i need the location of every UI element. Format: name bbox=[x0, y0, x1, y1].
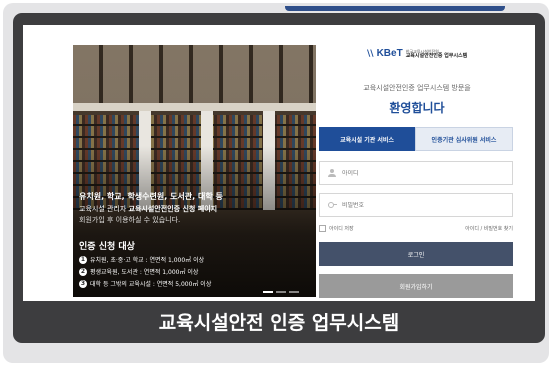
target-number-badge: 2 bbox=[79, 267, 87, 276]
password-input[interactable] bbox=[342, 201, 492, 209]
target-text: 유치원, 초·중·고 학교 : 연면적 1,000㎡ 이상 bbox=[90, 257, 205, 264]
kbet-logo: \\ KBeT 한국교육시설안전원 교육시설안전인증 업무시스템 bbox=[367, 48, 467, 59]
slider-dot[interactable] bbox=[289, 291, 299, 293]
login-button[interactable]: 로그인 bbox=[319, 242, 513, 266]
logo-subtitle-big: 교육시설안전인증 업무시스템 bbox=[405, 52, 468, 59]
slider-indicator[interactable] bbox=[263, 291, 299, 293]
id-field[interactable] bbox=[319, 161, 513, 185]
hero-line-2-prefix: 교육시설 관리자 bbox=[79, 205, 129, 213]
hero-line-1: 유치원, 학교, 학생수련원, 도서관, 대학 등 bbox=[79, 192, 223, 201]
person-icon bbox=[328, 169, 336, 177]
join-button[interactable]: 회원가입하기 bbox=[319, 274, 513, 298]
save-id-label: 아이디 저장 bbox=[329, 226, 354, 232]
hero-target-item: 2 평생교육원, 도서관 : 연면적 1,000㎡ 이상 bbox=[79, 267, 198, 276]
login-panel: \\ KBeT 한국교육시설안전원 교육시설안전인증 업무시스템 교육시설안전인… bbox=[319, 45, 515, 298]
target-number-badge: 1 bbox=[79, 255, 87, 264]
tab-institution-service[interactable]: 교육시설 기관 서비스 bbox=[319, 127, 415, 151]
id-input[interactable] bbox=[342, 169, 492, 177]
screenshot-card: 유치원, 학교, 학생수련원, 도서관, 대학 등 교육시설 관리자 교육시설안… bbox=[13, 13, 545, 343]
top-accent-bar bbox=[285, 6, 505, 11]
frame: 유치원, 학교, 학생수련원, 도서관, 대학 등 교육시설 관리자 교육시설안… bbox=[3, 3, 549, 363]
target-text: 대학 등 그밖의 교육시설 : 연면적 5,000㎡ 이상 bbox=[90, 281, 212, 288]
save-id-checkbox[interactable]: 아이디 저장 bbox=[319, 225, 354, 232]
library-hero-image: 유치원, 학교, 학생수련원, 도서관, 대학 등 교육시설 관리자 교육시설안… bbox=[73, 45, 316, 297]
password-field[interactable] bbox=[319, 193, 513, 217]
caption: 교육시설안전 인증 업무시스템 bbox=[158, 311, 400, 334]
hero-target-item: 3 대학 등 그밖의 교육시설 : 연면적 5,000㎡ 이상 bbox=[79, 279, 211, 288]
welcome-heading: 환영합니다 bbox=[389, 101, 445, 115]
target-text: 평생교육원, 도서관 : 연면적 1,000㎡ 이상 bbox=[90, 269, 199, 276]
tab-reviewer-service[interactable]: 인증기관 심사위원 서비스 bbox=[415, 127, 513, 151]
logo-mark-icon: \\ bbox=[367, 48, 374, 59]
find-id-password-link[interactable]: 아이디 / 비밀번호 찾기 bbox=[465, 225, 513, 232]
hero-target-title: 인증 신청 대상 bbox=[79, 242, 135, 252]
welcome-subheading: 교육시설안전인증 업무시스템 방문을 bbox=[363, 84, 471, 92]
service-tabs: 교육시설 기관 서비스 인증기관 심사위원 서비스 bbox=[319, 127, 513, 151]
website-screenshot: 유치원, 학교, 학생수련원, 도서관, 대학 등 교육시설 관리자 교육시설안… bbox=[23, 25, 535, 301]
key-icon bbox=[328, 201, 337, 209]
hero-line-3: 회원가입 후 이용하실 수 있습니다. bbox=[79, 216, 181, 224]
logo-subtitle: 한국교육시설안전원 교육시설안전인증 업무시스템 bbox=[406, 49, 468, 59]
hero-line-2-bold: 교육시설안전인증 신청 페이지 bbox=[128, 205, 218, 213]
slider-dot[interactable] bbox=[276, 291, 286, 293]
login-options: 아이디 저장 아이디 / 비밀번호 찾기 bbox=[319, 225, 513, 232]
checkbox-icon[interactable] bbox=[319, 225, 326, 232]
hero-target-item: 1 유치원, 초·중·고 학교 : 연면적 1,000㎡ 이상 bbox=[79, 255, 204, 264]
target-number-badge: 3 bbox=[79, 279, 87, 288]
hero-line-2: 교육시설 관리자 교육시설안전인증 신청 페이지 bbox=[79, 204, 217, 214]
logo-text: KBeT bbox=[376, 48, 403, 59]
slider-dot[interactable] bbox=[263, 291, 273, 293]
